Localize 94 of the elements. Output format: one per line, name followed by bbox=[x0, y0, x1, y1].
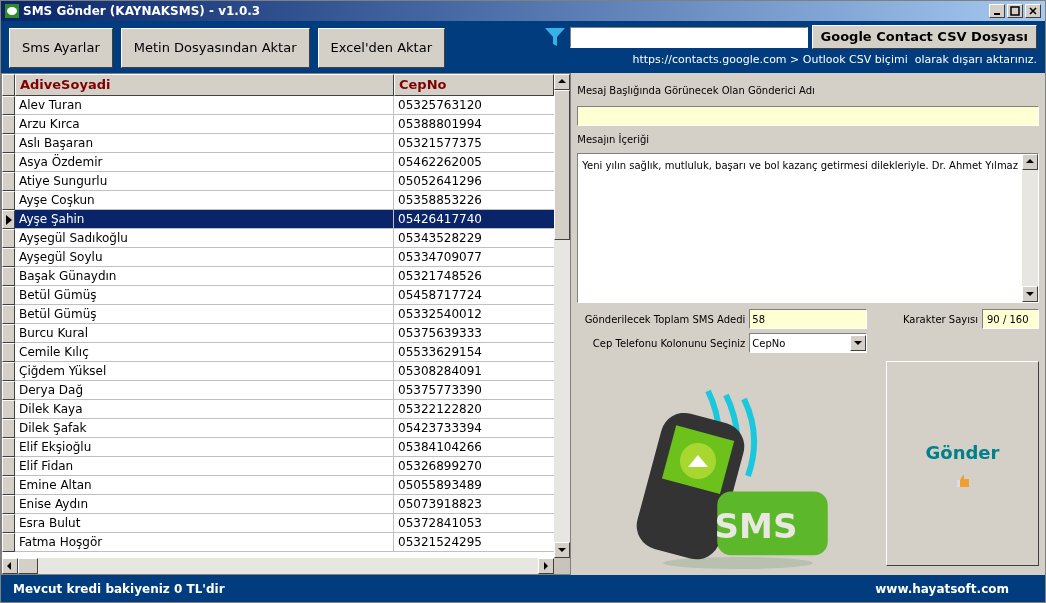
hint-text: https://contacts.google.com > Outlook CSV biçimi olarak dışarı aktarınız. bbox=[632, 52, 1037, 68]
table-cell: Fatma Hoşgör bbox=[15, 533, 394, 552]
row-header[interactable] bbox=[2, 115, 15, 134]
arrow-icon bbox=[854, 339, 863, 347]
row-header[interactable] bbox=[2, 533, 15, 552]
table-cell: Betül Gümüş bbox=[15, 305, 394, 324]
table-cell: Derya Dağ bbox=[15, 381, 394, 400]
row-header[interactable] bbox=[2, 96, 15, 115]
filter-icon bbox=[543, 26, 566, 48]
arrow-icon bbox=[1026, 290, 1034, 298]
row-header[interactable] bbox=[2, 476, 15, 495]
table-cell: Esra Bulut bbox=[15, 514, 394, 533]
scroll-up-button[interactable] bbox=[554, 74, 571, 90]
char-count-field[interactable]: 90 / 160 bbox=[982, 309, 1039, 329]
row-header[interactable] bbox=[2, 153, 15, 172]
table-cell: Asya Özdemir bbox=[15, 153, 394, 172]
row-header[interactable] bbox=[2, 134, 15, 153]
table-cell: Aslı Başaran bbox=[15, 134, 394, 153]
table-cell: Burcu Kural bbox=[15, 324, 394, 343]
row-header[interactable] bbox=[2, 457, 15, 476]
dropdown-arrow-button[interactable] bbox=[850, 335, 867, 351]
scroll-right-button[interactable] bbox=[538, 558, 555, 574]
table-cell: Dilek Şafak bbox=[15, 419, 394, 438]
maximize-icon bbox=[1010, 6, 1020, 16]
row-header[interactable] bbox=[2, 400, 15, 419]
table-cell: Ayşegül Sadıkoğlu bbox=[15, 229, 394, 248]
table-cell: Ayşe Şahin bbox=[15, 210, 394, 229]
table-cell: Elif Fidan bbox=[15, 457, 394, 476]
table-cell: Betül Gümüş bbox=[15, 286, 394, 305]
sender-field[interactable] bbox=[577, 106, 1039, 126]
arrow-icon bbox=[6, 562, 14, 570]
total-field[interactable]: 58 bbox=[749, 309, 868, 329]
column-select-label: Cep Telefonu Kolonunu Seçiniz bbox=[591, 336, 747, 351]
maximize-button[interactable] bbox=[1007, 4, 1023, 18]
row-header[interactable] bbox=[2, 172, 15, 191]
sms-phone-illustration: SMS bbox=[627, 381, 828, 571]
table-cell: Enise Aydın bbox=[15, 495, 394, 514]
row-header[interactable] bbox=[2, 248, 15, 267]
google-csv-button[interactable]: Google Contact CSV Dosyası bbox=[811, 25, 1037, 49]
total-label: Gönderilecek Toplam SMS Adedi bbox=[583, 312, 747, 327]
row-header[interactable] bbox=[2, 210, 15, 229]
minimize-icon bbox=[994, 12, 1000, 15]
row-header[interactable] bbox=[2, 438, 15, 457]
row-header[interactable] bbox=[2, 381, 15, 400]
message-text: Yeni yılın sağlık, mutluluk, başarı ve bol kazanç getirmesi dilekleriyle. Dr. Ahmet Yılmaz bbox=[581, 159, 1019, 173]
sender-label: Mesaj Başlığında Görünecek Olan Gönderici Adı bbox=[577, 84, 816, 98]
row-header[interactable] bbox=[2, 343, 15, 362]
table-cell: Başak Günaydın bbox=[15, 267, 394, 286]
close-button[interactable] bbox=[1025, 4, 1041, 18]
table-cell: Emine Altan bbox=[15, 476, 394, 495]
row-header[interactable] bbox=[2, 514, 15, 533]
minimize-button[interactable] bbox=[989, 4, 1005, 18]
column-header[interactable]: CepNo bbox=[394, 74, 555, 96]
scroll-thumb[interactable] bbox=[554, 90, 571, 240]
arrow-icon bbox=[1026, 158, 1034, 166]
row-header[interactable] bbox=[2, 286, 15, 305]
row-header[interactable] bbox=[2, 191, 15, 210]
row-header[interactable] bbox=[2, 362, 15, 381]
table-cell: Çiğdem Yüksel bbox=[15, 362, 394, 381]
message-field[interactable]: Yeni yılın sağlık, mutluluk, başarı ve bol kazanç getirmesi dilekleriyle. Dr. Ahmet Yılmaz bbox=[577, 153, 1039, 303]
website-link[interactable]: www.hayatsoft.com bbox=[875, 579, 1033, 598]
table-cell: Cemile Kılıç bbox=[15, 343, 394, 362]
table-cell: Alev Turan bbox=[15, 96, 394, 115]
arrow-icon bbox=[558, 78, 567, 86]
toolbar-button[interactable]: Excel'den Aktar bbox=[317, 28, 445, 68]
thumbs-up-icon bbox=[955, 474, 970, 488]
scroll-up-button[interactable] bbox=[1022, 154, 1038, 170]
credit-status: Mevcut kredi bakiyeniz 0 TL'dir bbox=[13, 580, 225, 598]
scroll-down-button[interactable] bbox=[554, 542, 571, 558]
char-count-label: Karakter Sayısı bbox=[902, 312, 979, 327]
message-label: Mesajın İçeriği bbox=[577, 132, 651, 147]
column-header[interactable]: AdiveSoyadi bbox=[15, 74, 394, 96]
column-dropdown[interactable]: CepNo bbox=[749, 333, 868, 353]
row-pointer-icon bbox=[5, 214, 12, 225]
row-header[interactable] bbox=[2, 267, 15, 286]
close-icon bbox=[1028, 6, 1038, 16]
row-header[interactable] bbox=[2, 419, 15, 438]
row-header[interactable] bbox=[2, 324, 15, 343]
row-header[interactable] bbox=[2, 229, 15, 248]
window-title: SMS Gönder (KAYNAKSMS) - v1.0.3 bbox=[23, 3, 261, 20]
toolbar-button[interactable]: Metin Dosyasından Aktar bbox=[120, 28, 310, 68]
table-cell: Ayşegül Soylu bbox=[15, 248, 394, 267]
table-cell: Atiye Sungurlu bbox=[15, 172, 394, 191]
toolbar-button[interactable]: Sms Ayarlar bbox=[9, 28, 113, 68]
row-header[interactable] bbox=[2, 305, 15, 324]
app-icon bbox=[5, 4, 19, 18]
scroll-left-button[interactable] bbox=[2, 558, 18, 574]
table-cell: Arzu Kırca bbox=[15, 115, 394, 134]
horizontal-scroll-thumb[interactable] bbox=[18, 558, 38, 574]
scroll-down-button[interactable] bbox=[1022, 286, 1038, 302]
row-header[interactable] bbox=[2, 495, 15, 514]
search-field[interactable] bbox=[569, 26, 808, 48]
table-cell: Dilek Kaya bbox=[15, 400, 394, 419]
table-cell: Elif Ekşioğlu bbox=[15, 438, 394, 457]
